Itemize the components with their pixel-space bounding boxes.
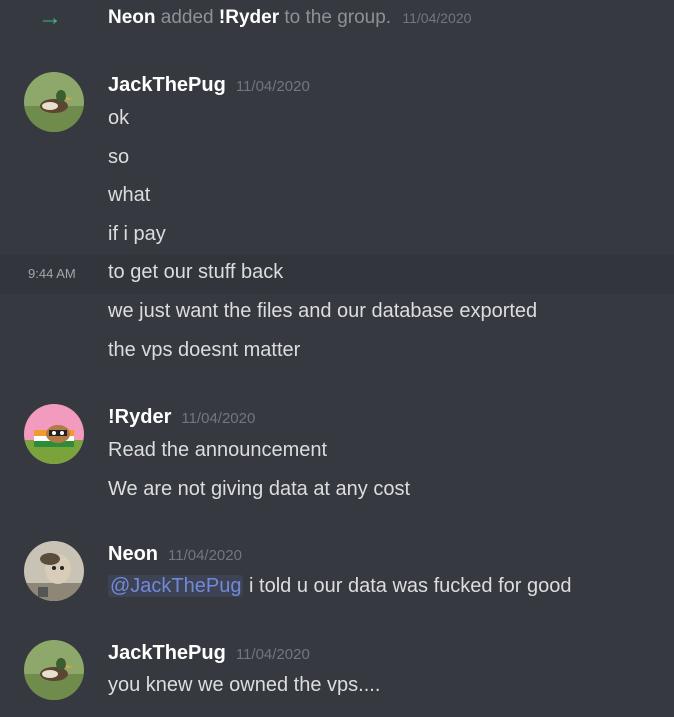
message-line-hovered[interactable]: 9:44 AM to get our stuff back [0,255,674,294]
message-timestamp: 11/04/2020 [235,78,310,95]
message-text: to get our stuff back [108,261,284,283]
message-header: Neon 11/04/2020 [108,543,242,566]
message-group: Neon 11/04/2020 @JackThePug i told u our … [0,535,674,607]
system-target-name[interactable]: !Ryder [219,7,279,28]
system-suffix: to the group. [284,7,392,28]
message-group: !Ryder 11/04/2020 Read the announcement W… [0,398,674,508]
message-timestamp: 11/04/2020 [235,646,310,663]
message-text: the vps doesnt matter [108,339,301,361]
message-line: Read the announcement [0,433,674,472]
system-action: added [160,7,214,28]
message-group: JackThePug 11/04/2020 you knew we owned t… [0,634,674,709]
message-line: what [0,178,674,217]
message-header: JackThePug 11/04/2020 [108,642,310,665]
message-line: we just want the files and our database … [0,294,674,333]
username[interactable]: JackThePug [108,74,226,96]
username[interactable]: !Ryder [108,406,171,428]
message-text: you knew we owned the vps.... [108,674,381,696]
user-mention[interactable]: @JackThePug [108,575,244,597]
message-line: if i pay [0,217,674,256]
message-group: JackThePug 11/04/2020 ok so what if i pay… [0,66,674,386]
message-line: the vps doesnt matter [0,333,674,372]
message-text: ok [108,107,130,129]
message-line: you knew we owned the vps.... [0,668,674,707]
message-header: !Ryder 11/04/2020 [108,406,255,429]
arrow-right-icon: → [38,4,62,31]
message-text: so [108,146,130,168]
username[interactable]: Neon [108,543,158,565]
system-message-text: Neon added !Ryder to the group. 11/04/20… [108,7,471,29]
message-text: we just want the files and our database … [108,300,538,322]
message-line: @JackThePug i told u our data was fucked… [0,569,674,608]
message-text: if i pay [108,223,166,245]
message-header: JackThePug 11/04/2020 [108,74,310,97]
message-text: @JackThePug i told u our data was fucked… [108,575,571,598]
message-timestamp: 11/04/2020 [181,410,256,427]
message-line: We are not giving data at any cost [0,472,674,511]
system-join-message: → Neon added !Ryder to the group. 11/04/… [0,0,674,38]
message-text: Read the announcement [108,439,328,461]
system-timestamp: 11/04/2020 [402,10,472,26]
message-body: i told u our data was fucked for good [249,575,572,597]
system-actor-name[interactable]: Neon [108,7,156,28]
message-text: what [108,184,151,206]
message-line: ok [0,101,674,140]
username[interactable]: JackThePug [108,642,226,664]
hover-timestamp: 9:44 AM [28,266,76,281]
message-line: so [0,140,674,179]
message-timestamp: 11/04/2020 [168,547,242,564]
message-text: We are not giving data at any cost [108,478,411,500]
